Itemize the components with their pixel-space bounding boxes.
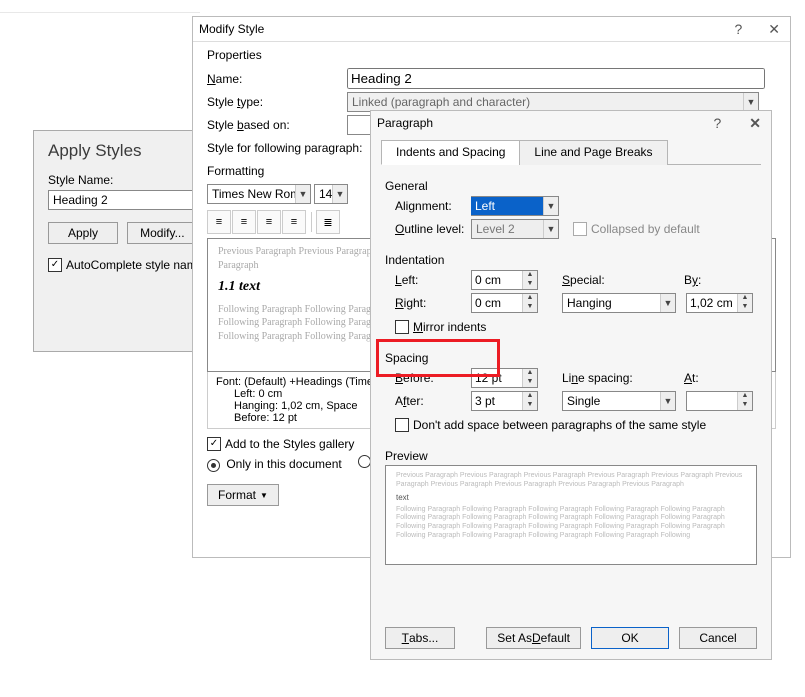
style-type-value: Linked (paragraph and character) (348, 95, 743, 109)
preview-header: Preview (385, 449, 757, 463)
tab-line-page-breaks[interactable]: Line and Page Breaks (519, 140, 667, 165)
at-spin[interactable]: ▲▼ (686, 391, 753, 411)
outline-value: Level 2 (472, 222, 543, 236)
autocomplete-label: AutoComplete style names (66, 258, 209, 272)
line-spacing-combo[interactable]: Single▼ (562, 391, 676, 411)
para-preview-sample: text (396, 493, 746, 503)
close-icon[interactable]: ✕ (764, 21, 784, 38)
line-spacing-label: Line spacing: (562, 371, 674, 385)
before-spin[interactable]: ▲▼ (471, 368, 538, 388)
ruler-stub (0, 0, 200, 13)
collapsed-label: Collapsed by default (591, 222, 700, 236)
paragraph-title: Paragraph (377, 116, 433, 130)
para-help-icon[interactable]: ? (709, 115, 725, 131)
indentation-header: Indentation (385, 253, 757, 267)
align-right-icon[interactable]: ≡ (257, 210, 281, 234)
only-doc-label: Only in this document (226, 457, 341, 471)
tab-indents-spacing[interactable]: Indents and Spacing (381, 140, 520, 165)
based-on-label: Style based on: (207, 118, 347, 132)
alignment-label: Alignment: (395, 199, 471, 213)
indent-left-label: Left: (395, 273, 471, 287)
pane-title: Apply Styles (48, 141, 142, 161)
by-label: By: (684, 273, 701, 287)
font-combo[interactable]: Times New Roman▼ (207, 184, 311, 204)
dont-add-space-label: Don't add space between paragraphs of th… (413, 418, 706, 432)
style-type-combo[interactable]: Linked (paragraph and character)▼ (347, 92, 759, 112)
name-input[interactable] (347, 68, 765, 89)
paragraph-preview-box: Previous Paragraph Previous Paragraph Pr… (385, 465, 757, 565)
following-label: Style for following paragraph: (207, 141, 377, 155)
ok-button[interactable]: OK (591, 627, 669, 649)
outline-label: Outline level: (395, 222, 471, 236)
after-spin[interactable]: ▲▼ (471, 391, 538, 411)
add-gallery-checkbox[interactable]: ✓ (207, 437, 221, 451)
align-justify-icon[interactable]: ≡ (282, 210, 306, 234)
special-combo[interactable]: Hanging▼ (562, 293, 676, 313)
line-spacing-icon[interactable]: ≣ (316, 210, 340, 234)
mirror-indents-checkbox[interactable] (395, 320, 409, 334)
mirror-indents-row: Mirror indents (395, 320, 486, 334)
only-doc-radio[interactable] (207, 459, 220, 472)
modify-button[interactable]: Modify... (127, 222, 197, 244)
autocomplete-checkbox[interactable]: ✓ (48, 258, 62, 272)
add-gallery-label: Add to the Styles gallery (225, 437, 354, 451)
spacing-header: Spacing (385, 351, 757, 365)
tabs-button[interactable]: Tabs... (385, 627, 455, 649)
align-center-icon[interactable]: ≡ (232, 210, 256, 234)
properties-header: Properties (207, 48, 776, 62)
at-label: At: (684, 371, 699, 385)
apply-button[interactable]: Apply (48, 222, 118, 244)
after-label: After: (395, 394, 471, 408)
paragraph-dialog: Paragraph ? ✕ Indents and Spacing Line a… (370, 110, 772, 660)
alignment-combo[interactable]: Left▼ (471, 196, 559, 216)
dont-add-space-checkbox[interactable] (395, 418, 409, 432)
alignment-value: Left (471, 197, 543, 215)
special-label: Special: (562, 273, 674, 287)
help-icon[interactable]: ? (730, 21, 746, 37)
modify-style-title: Modify Style (199, 22, 264, 36)
format-button[interactable]: Format ▼ (207, 484, 279, 506)
para-close-icon[interactable]: ✕ (745, 115, 765, 132)
cancel-button[interactable]: Cancel (679, 627, 757, 649)
align-left-icon[interactable]: ≡ (207, 210, 231, 234)
before-label: Before: (395, 371, 471, 385)
indent-left-spin[interactable]: ▲▼ (471, 270, 538, 290)
set-default-button[interactable]: Set As Default (486, 627, 581, 649)
collapsed-checkbox[interactable] (573, 222, 587, 236)
indent-right-label: Right: (395, 296, 471, 310)
mirror-indents-label: Mirror indents (413, 320, 486, 334)
font-size-combo[interactable]: 14▼ (314, 184, 348, 204)
indent-right-spin[interactable]: ▲▼ (471, 293, 538, 313)
general-header: General (385, 179, 757, 193)
by-spin[interactable]: ▲▼ (686, 293, 753, 313)
outline-combo[interactable]: Level 2▼ (471, 219, 559, 239)
